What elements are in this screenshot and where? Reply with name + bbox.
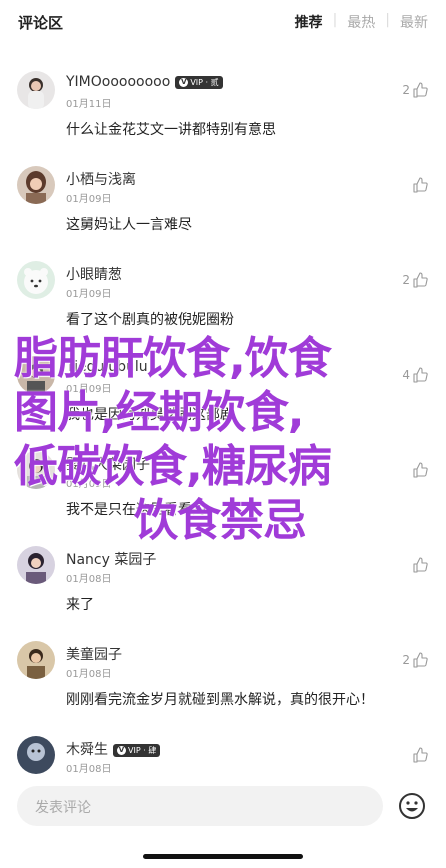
- comment-date: 01月08日: [66, 764, 112, 775]
- like-button[interactable]: 2: [402, 82, 428, 98]
- thumbs-up-icon: [413, 272, 428, 288]
- like-count: 2: [402, 273, 410, 287]
- thumbs-up-icon: [413, 367, 428, 383]
- tab-recommended[interactable]: 推荐: [295, 12, 323, 32]
- avatar[interactable]: [17, 261, 55, 299]
- sort-tabs: 推荐 | 最热 | 最新: [295, 12, 428, 32]
- thumbs-up-icon: [413, 557, 428, 573]
- comment-date: 01月11日: [66, 99, 112, 110]
- like-count: 4: [402, 368, 410, 382]
- avatar[interactable]: [17, 71, 55, 109]
- list-item: 婴儿大菜园子 01月09日 我不是只在这里看看的: [0, 440, 446, 535]
- comment-author[interactable]: YIMOoooooooo V VIP · 贰: [66, 74, 223, 90]
- avatar[interactable]: [17, 166, 55, 204]
- comment-date: 01月08日: [66, 669, 112, 680]
- comment-date: 01月09日: [66, 384, 112, 395]
- thumbs-up-icon: [413, 462, 428, 478]
- tab-newest[interactable]: 最新: [400, 12, 428, 32]
- comment-author[interactable]: 木舜生 V VIP · 肆: [66, 739, 161, 759]
- vip-badge: V VIP · 贰: [175, 76, 223, 89]
- thumbs-up-icon: [413, 177, 428, 193]
- comment-text: 什么让金花艾文一讲都特别有意思: [66, 122, 276, 138]
- tab-divider: |: [385, 12, 390, 28]
- avatar[interactable]: [17, 641, 55, 679]
- home-indicator: [143, 854, 303, 859]
- tab-hottest[interactable]: 最热: [347, 12, 375, 32]
- comment-text: 刚刚看完流金岁月就碰到黑水解说，真的很开心！: [66, 692, 374, 708]
- avatar[interactable]: [17, 451, 55, 489]
- comment-text: 来了: [66, 597, 94, 613]
- thumbs-up-icon: [413, 747, 428, 763]
- like-button[interactable]: 2: [402, 652, 428, 668]
- comment-text: 我不是只在这里看看的: [66, 502, 206, 518]
- tab-divider: |: [332, 12, 338, 28]
- like-count: 2: [402, 83, 410, 97]
- avatar[interactable]: [17, 356, 55, 394]
- comment-author[interactable]: 小眼睛葱: [66, 264, 122, 284]
- thumbs-up-icon: [413, 652, 428, 668]
- list-item: Tiegulubulu 01月09日 我也是因为刘昊然刷这部剧 4: [0, 345, 446, 440]
- like-button[interactable]: [410, 747, 428, 763]
- comment-text: 我也是因为刘昊然刷这部剧: [66, 407, 234, 423]
- comment-author[interactable]: 婴儿大菜园子: [66, 454, 150, 474]
- like-count: 2: [402, 653, 410, 667]
- comment-input-bar: 发表评论: [0, 778, 446, 838]
- avatar[interactable]: [17, 546, 55, 584]
- list-item: 小栖与浅离 01月09日 这舅妈让人一言难尽: [0, 155, 446, 250]
- comment-date: 01月08日: [66, 574, 112, 585]
- comment-date: 01月09日: [66, 289, 112, 300]
- thumbs-up-icon: [413, 82, 428, 98]
- list-item: YIMOoooooooo V VIP · 贰 01月11日 什么让金花艾文一讲都特别…: [0, 60, 446, 155]
- list-item: 小眼睛葱 01月09日 看了这个剧真的被倪妮圈粉 2: [0, 250, 446, 345]
- comment-author[interactable]: Nancy 菜园子: [66, 549, 156, 569]
- list-item: Nancy 菜园子 01月08日 来了: [0, 535, 446, 630]
- comment-date: 01月09日: [66, 479, 112, 490]
- comment-text: 看了这个剧真的被倪妮圈粉: [66, 312, 234, 328]
- comment-date: 01月09日: [66, 194, 112, 205]
- header: 评论区 推荐 | 最热 | 最新: [0, 0, 446, 44]
- like-button[interactable]: [410, 462, 428, 478]
- comment-text: 这舅妈让人一言难尽: [66, 217, 192, 233]
- comment-author[interactable]: 小栖与浅离: [66, 169, 136, 189]
- like-button[interactable]: [410, 557, 428, 573]
- emoji-icon[interactable]: [398, 792, 426, 820]
- like-button[interactable]: [410, 177, 428, 193]
- comment-author[interactable]: 美童园子: [66, 644, 122, 664]
- comment-input[interactable]: 发表评论: [17, 786, 383, 826]
- list-item: 美童园子 01月08日 刚刚看完流金岁月就碰到黑水解说，真的很开心！ 2: [0, 630, 446, 725]
- comment-input-placeholder: 发表评论: [35, 800, 91, 816]
- vip-badge: V VIP · 肆: [113, 744, 161, 757]
- like-button[interactable]: 4: [402, 367, 428, 383]
- comment-author[interactable]: Tiegulubulu: [66, 359, 148, 375]
- page-title: 评论区: [18, 14, 64, 32]
- avatar[interactable]: [17, 736, 55, 774]
- like-button[interactable]: 2: [402, 272, 428, 288]
